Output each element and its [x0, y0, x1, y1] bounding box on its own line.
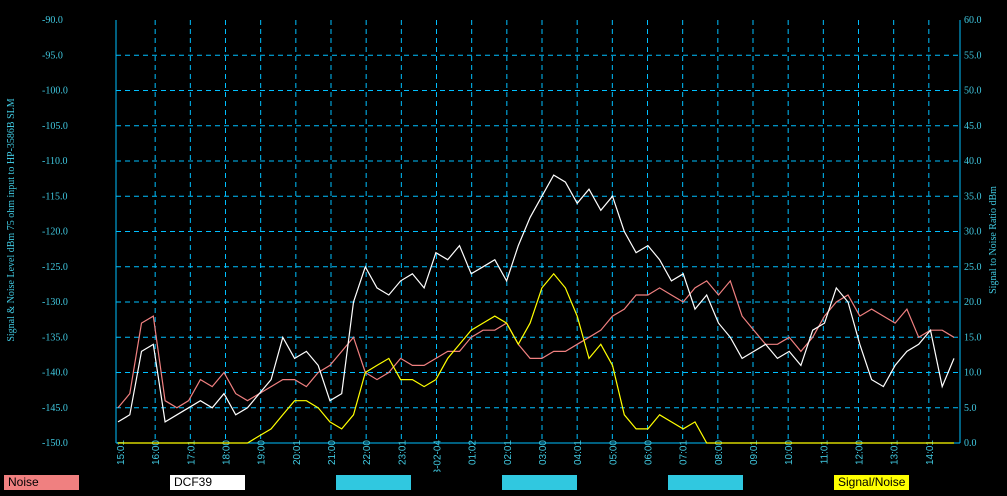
legend-noise[interactable]: Noise: [4, 475, 79, 490]
x-tick-label: 07:01: [679, 440, 690, 465]
right-tick-label: 10.0: [964, 368, 982, 379]
grid: [115, 20, 961, 444]
left-tick-label: -105.0: [42, 121, 68, 132]
x-tick-label: 05:00: [608, 440, 619, 465]
x-tick-label: 04:01: [573, 440, 584, 465]
left-axis-ticks: -90.0 -95.0 -100.0 -105.0 -110.0 -115.0 -120.0…: [42, 15, 68, 449]
legend-blank-1[interactable]: [336, 475, 411, 490]
x-tick-label: 03-02-04: [433, 440, 444, 472]
x-tick-label: 20:01: [292, 440, 303, 465]
left-tick-label: -115.0: [42, 191, 67, 202]
left-tick-label: -135.0: [42, 332, 68, 343]
legend-blank-3[interactable]: [668, 475, 743, 490]
right-tick-label: 25.0: [964, 262, 982, 273]
left-tick-label: -140.0: [42, 368, 68, 379]
right-tick-label: 45.0: [964, 121, 982, 132]
right-tick-label: 60.0: [964, 15, 982, 26]
right-axis-ticks: 60.0 55.0 50.0 45.0 40.0 35.0 30.0 25.0 20.0 15.0…: [964, 15, 982, 449]
right-tick-label: 30.0: [964, 227, 982, 238]
series-noise: [117, 279, 955, 409]
right-tick-label: 35.0: [964, 191, 982, 202]
left-tick-label: -130.0: [42, 297, 68, 308]
x-tick-label: 22:00: [362, 440, 373, 465]
right-tick-label: 55.0: [964, 50, 982, 61]
legend-dcf39[interactable]: DCF39: [170, 475, 245, 490]
left-axis-label: Signal & Noise Level dBm 75 ohm input to…: [6, 98, 17, 341]
left-tick-label: -120.0: [42, 227, 68, 238]
left-tick-label: -110.0: [42, 156, 67, 167]
left-tick-label: -100.0: [42, 86, 68, 97]
left-tick-label: -125.0: [42, 262, 68, 273]
x-tick-label: 23:01: [397, 440, 408, 465]
plot-window: -90.0 -95.0 -100.0 -105.0 -110.0 -115.0 -120.0…: [0, 0, 1007, 472]
right-tick-label: 40.0: [964, 156, 982, 167]
right-axis-label: Signal to Noise Ratio dBm: [988, 186, 999, 294]
right-tick-label: 15.0: [964, 332, 982, 343]
series-lines: [117, 174, 955, 444]
legend-blank-2[interactable]: [502, 475, 577, 490]
x-tick-label: 02:01: [503, 440, 514, 465]
top-strip: [0, 0, 1007, 7]
right-tick-label: 5.0: [964, 403, 977, 414]
left-tick-label: -90.0: [42, 15, 63, 26]
left-tick-label: -95.0: [42, 50, 63, 61]
legend-bar: Noise DCF39 Signal/Noise: [0, 472, 1007, 496]
left-tick-label: -150.0: [42, 438, 68, 449]
x-tick-label: 21:00: [327, 440, 338, 465]
chart-window: -90.0 -95.0 -100.0 -105.0 -110.0 -115.0 -120.0…: [0, 0, 1007, 496]
right-tick-label: 0.0: [964, 438, 977, 449]
x-axis-ticks: 15:01 16:00 17:01 18:00 19:00 20:01 21:00 22:00…: [116, 440, 936, 472]
signal-noise-chart: -90.0 -95.0 -100.0 -105.0 -110.0 -115.0 -120.0…: [6, 15, 999, 472]
series-dcf39: [117, 174, 955, 423]
right-tick-label: 20.0: [964, 297, 982, 308]
x-tick-label: 01:02: [468, 440, 479, 465]
x-tick-label: 19:00: [257, 440, 268, 465]
left-tick-label: -145.0: [42, 403, 68, 414]
x-tick-label: 06:00: [644, 440, 655, 465]
x-tick-label: 03:00: [538, 440, 549, 465]
right-tick-label: 50.0: [964, 86, 982, 97]
legend-signal-noise[interactable]: Signal/Noise: [834, 475, 909, 490]
